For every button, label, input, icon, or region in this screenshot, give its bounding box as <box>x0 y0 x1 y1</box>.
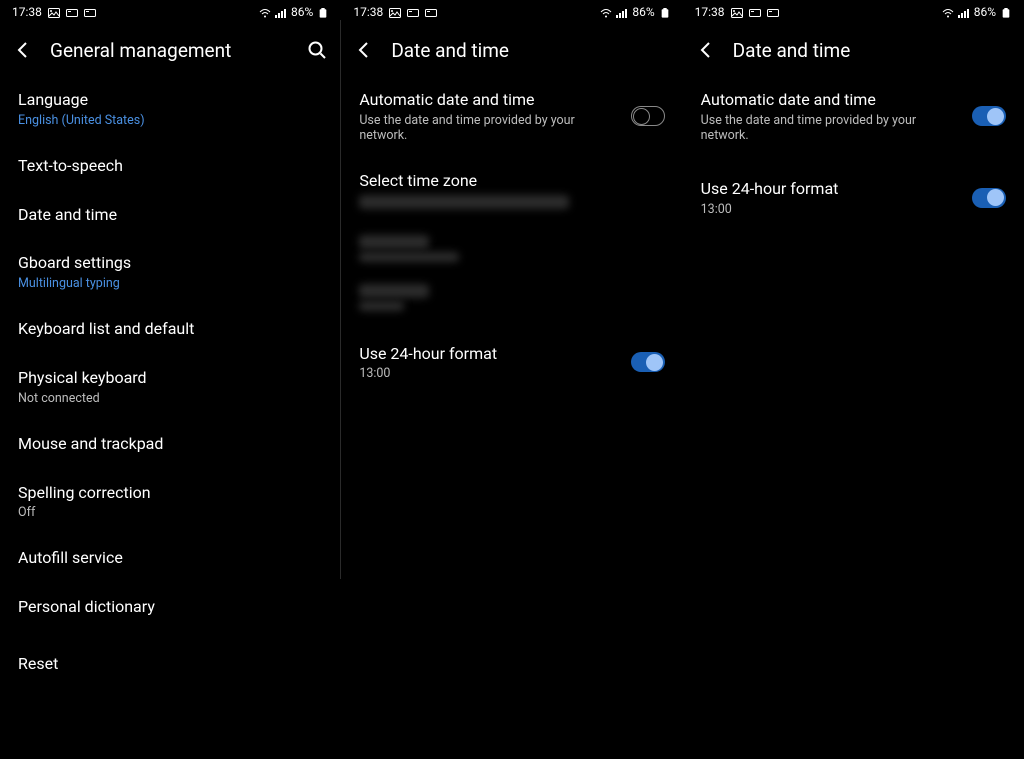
wifi-icon <box>942 7 954 17</box>
item-mouse-trackpad[interactable]: Mouse and trackpad <box>18 420 323 469</box>
redacted-text <box>359 284 429 298</box>
header: Date and time <box>341 24 682 76</box>
settings-list: Automatic date and time Use the date and… <box>341 76 682 395</box>
item-auto-date-time[interactable]: Automatic date and time Use the date and… <box>701 76 1006 157</box>
item-title: Date and time <box>18 205 323 226</box>
item-auto-date-time[interactable]: Automatic date and time Use the date and… <box>359 76 664 157</box>
header: Date and time <box>683 24 1024 76</box>
status-bar: 17:38 86% <box>0 0 341 24</box>
back-icon[interactable] <box>697 41 715 59</box>
status-time: 17:38 <box>12 5 42 19</box>
item-autofill[interactable]: Autofill service <box>18 534 323 583</box>
signal-icon <box>616 7 628 17</box>
toggle-auto-date-time[interactable] <box>972 106 1006 126</box>
item-title: Use 24-hour format <box>359 344 618 365</box>
page-title: General management <box>50 39 231 62</box>
item-dictionary[interactable]: Personal dictionary <box>18 583 323 632</box>
signal-icon <box>275 7 287 17</box>
battery-icon <box>1000 7 1012 17</box>
screen-general-management: 17:38 86% General management Language <box>0 0 341 759</box>
redacted-text <box>359 252 459 262</box>
image-icon <box>48 7 60 17</box>
page-title: Date and time <box>733 39 851 62</box>
item-title: Text-to-speech <box>18 156 323 177</box>
card-icon-2 <box>425 7 437 17</box>
item-subtitle: 13:00 <box>701 202 960 217</box>
item-tts[interactable]: Text-to-speech <box>18 142 323 191</box>
status-battery: 86% <box>291 5 313 19</box>
search-icon[interactable] <box>307 40 327 60</box>
status-battery: 86% <box>632 5 654 19</box>
item-subtitle: 13:00 <box>359 366 618 381</box>
signal-icon <box>958 7 970 17</box>
card-icon-2 <box>84 7 96 17</box>
item-subtitle: Off <box>18 505 323 520</box>
battery-icon <box>659 7 671 17</box>
item-use-24h[interactable]: Use 24-hour format 13:00 <box>701 165 1006 231</box>
redacted-text <box>359 195 569 209</box>
item-title: Gboard settings <box>18 253 323 274</box>
toggle-auto-date-time[interactable] <box>631 106 665 126</box>
screen-date-time-on: 17:38 86% Date and time Automatic date a… <box>683 0 1024 759</box>
page-title: Date and time <box>391 39 509 62</box>
status-time: 17:38 <box>695 5 725 19</box>
status-time: 17:38 <box>353 5 383 19</box>
item-keyboard-list[interactable]: Keyboard list and default <box>18 305 323 354</box>
item-title: Mouse and trackpad <box>18 434 323 455</box>
back-icon[interactable] <box>355 41 373 59</box>
item-language[interactable]: Language English (United States) <box>18 76 323 142</box>
card-icon-1 <box>66 7 78 17</box>
item-title: Autofill service <box>18 548 323 569</box>
screen-date-time-off: 17:38 86% Date and time Automatic date a… <box>341 0 682 759</box>
wifi-icon <box>259 7 271 17</box>
card-icon-1 <box>749 7 761 17</box>
settings-list: Automatic date and time Use the date and… <box>683 76 1024 231</box>
item-subtitle: English (United States) <box>18 113 323 128</box>
redacted-text <box>359 301 404 311</box>
item-title: Select time zone <box>359 171 664 192</box>
item-subtitle: Use the date and time provided by your n… <box>359 113 618 143</box>
item-spelling[interactable]: Spelling correction Off <box>18 469 323 535</box>
status-bar: 17:38 86% <box>341 0 682 24</box>
item-title: Personal dictionary <box>18 597 323 618</box>
item-title: Reset <box>18 654 323 675</box>
item-subtitle: Not connected <box>18 391 323 406</box>
item-title: Physical keyboard <box>18 368 323 389</box>
item-redacted[interactable] <box>359 224 664 273</box>
item-use-24h[interactable]: Use 24-hour format 13:00 <box>359 330 664 396</box>
image-icon <box>731 7 743 17</box>
image-icon <box>389 7 401 17</box>
redacted-text <box>359 235 429 249</box>
settings-list: Language English (United States) Text-to… <box>0 76 341 689</box>
item-redacted[interactable] <box>359 273 664 322</box>
item-reset[interactable]: Reset <box>18 640 323 689</box>
wifi-icon <box>600 7 612 17</box>
status-bar: 17:38 86% <box>683 0 1024 24</box>
item-title: Keyboard list and default <box>18 319 323 340</box>
back-icon[interactable] <box>14 41 32 59</box>
item-select-tz[interactable]: Select time zone <box>359 157 664 216</box>
item-physical-keyboard[interactable]: Physical keyboard Not connected <box>18 354 323 420</box>
battery-icon <box>317 7 329 17</box>
header: General management <box>0 24 341 76</box>
item-gboard[interactable]: Gboard settings Multilingual typing <box>18 239 323 305</box>
item-title: Automatic date and time <box>359 90 618 111</box>
card-icon-2 <box>767 7 779 17</box>
item-subtitle: Multilingual typing <box>18 276 323 291</box>
item-subtitle: Use the date and time provided by your n… <box>701 113 960 143</box>
toggle-24h[interactable] <box>631 352 665 372</box>
item-title: Use 24-hour format <box>701 179 960 200</box>
item-title: Language <box>18 90 323 111</box>
toggle-24h[interactable] <box>972 188 1006 208</box>
card-icon-1 <box>407 7 419 17</box>
item-title: Automatic date and time <box>701 90 960 111</box>
item-title: Spelling correction <box>18 483 323 504</box>
status-battery: 86% <box>974 5 996 19</box>
item-date-time[interactable]: Date and time <box>18 191 323 240</box>
